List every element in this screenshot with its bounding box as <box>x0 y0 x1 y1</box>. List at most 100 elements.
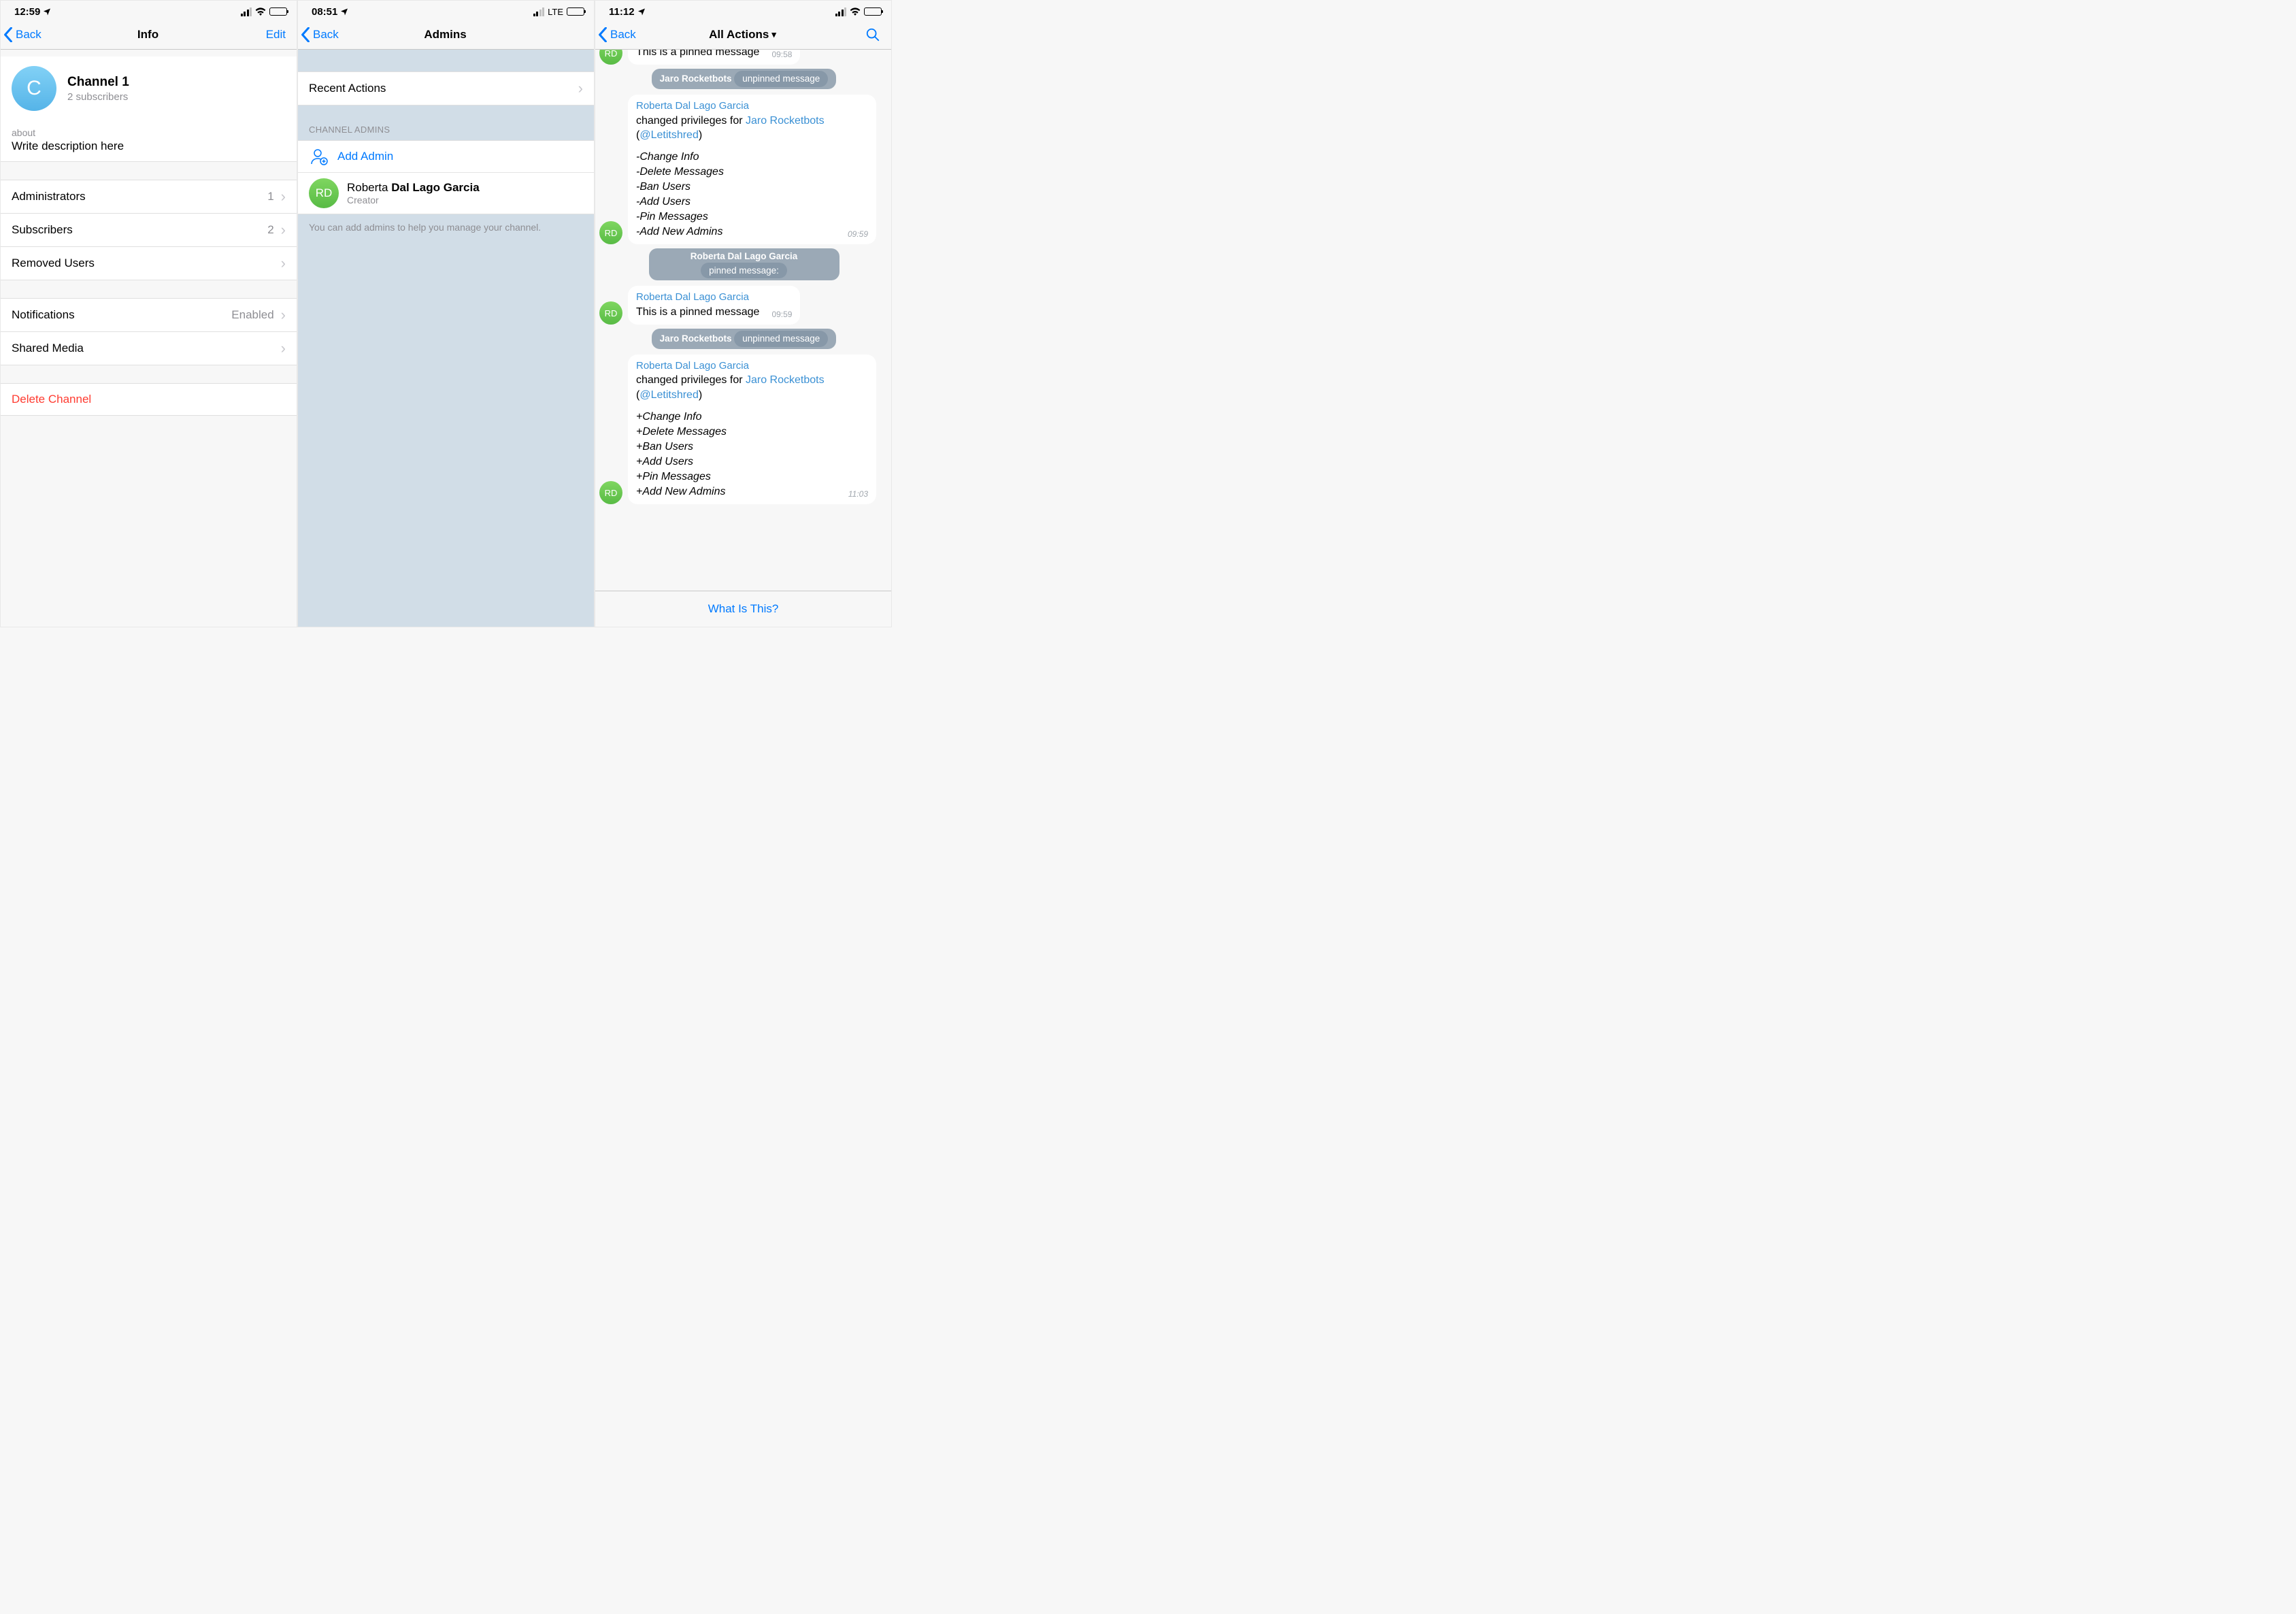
chevron-left-icon <box>301 27 310 42</box>
avatar: RD <box>599 481 622 504</box>
admin-role: Creator <box>347 195 480 205</box>
row-label: Subscribers <box>12 223 73 237</box>
nav-title: Info <box>137 28 159 42</box>
sender-name[interactable]: Roberta Dal Lago Garcia <box>636 99 868 114</box>
wifi-icon <box>850 7 861 16</box>
panel-info: 12:59 Back Info Edit C Channel 1 2 subsc… <box>0 0 297 627</box>
row-label: Shared Media <box>12 342 84 355</box>
panel-admins: 08:51 LTE Back Admins Recent Actions › C… <box>297 0 595 627</box>
members-group: Administrators 1 › Subscribers 2 › Remov… <box>1 180 297 280</box>
row-value: 2 <box>267 223 273 237</box>
status-bar: 12:59 <box>1 1 297 20</box>
search-icon[interactable] <box>865 27 880 42</box>
permissions-list: -Change Info -Delete Messages -Ban Users… <box>636 150 868 239</box>
admin-name: Roberta Dal Lago Garcia <box>347 181 480 195</box>
message-text: This is a pinned message <box>636 50 759 58</box>
add-admin-row[interactable]: Add Admin <box>298 141 594 173</box>
row-label: Removed Users <box>12 257 95 270</box>
sender-name[interactable]: Roberta Dal Lago Garcia <box>636 359 868 374</box>
section-footer: You can add admins to help you manage yo… <box>298 214 594 241</box>
location-icon <box>637 7 646 16</box>
admin-row[interactable]: RD Roberta Dal Lago Garcia Creator <box>298 173 594 214</box>
avatar: RD <box>599 301 622 325</box>
back-label: Back <box>16 28 41 42</box>
edit-button[interactable]: Edit <box>266 28 286 42</box>
message-time: 09:58 <box>766 50 792 60</box>
network-label: LTE <box>548 7 563 17</box>
sender-name[interactable]: Roberta Dal Lago Garcia <box>636 291 792 305</box>
row-label: Recent Actions <box>309 82 386 95</box>
about-label: about <box>12 127 286 138</box>
status-bar: 08:51 LTE <box>298 1 594 20</box>
row-label: Administrators <box>12 190 86 203</box>
status-bar: 11:12 <box>595 1 891 20</box>
delete-channel-button[interactable]: Delete Channel <box>1 384 297 415</box>
signal-icon <box>241 7 252 16</box>
row-value: 1 <box>267 190 273 203</box>
recent-actions-group: Recent Actions › <box>298 71 594 105</box>
chevron-down-icon: ▾ <box>771 29 776 40</box>
status-time: 08:51 <box>312 6 337 18</box>
recent-actions-row[interactable]: Recent Actions › <box>298 72 594 105</box>
chevron-right-icon: › <box>281 223 286 237</box>
chevron-right-icon: › <box>281 341 286 356</box>
nav-bar: Back Admins <box>298 20 594 50</box>
battery-icon <box>864 7 882 16</box>
back-button[interactable]: Back <box>3 27 41 42</box>
administrators-row[interactable]: Administrators 1 › <box>1 180 297 214</box>
signal-icon <box>533 7 545 16</box>
message-text: changed privileges for Jaro Rocketbots (… <box>636 114 868 144</box>
what-is-this-link[interactable]: What Is This? <box>708 602 779 615</box>
chat-body[interactable]: RD This is a pinned message 09:58 Jaro R… <box>595 50 891 591</box>
signal-icon <box>835 7 847 16</box>
status-time: 11:12 <box>609 6 635 18</box>
message-row[interactable]: RD Roberta Dal Lago Garcia This is a pin… <box>599 286 888 325</box>
channel-name: Channel 1 <box>67 75 129 90</box>
nav-bar: Back Info Edit <box>1 20 297 50</box>
service-message: Roberta Dal Lago Garcia pinned message: <box>599 248 888 280</box>
admin-avatar: RD <box>309 178 339 208</box>
message-row[interactable]: RD Roberta Dal Lago Garcia changed privi… <box>599 95 888 244</box>
message-time: 09:59 <box>766 305 792 320</box>
chevron-right-icon: › <box>281 308 286 323</box>
message-text: This is a pinned message <box>636 306 759 318</box>
row-value: Enabled <box>231 308 273 322</box>
chevron-left-icon <box>598 27 608 42</box>
battery-icon <box>567 7 584 16</box>
about-value: Write description here <box>12 139 286 153</box>
danger-group: Delete Channel <box>1 383 297 416</box>
message-time: 09:59 <box>842 225 868 240</box>
message-row[interactable]: RD Roberta Dal Lago Garcia changed privi… <box>599 355 888 504</box>
row-label: Notifications <box>12 308 75 322</box>
settings-group: Notifications Enabled › Shared Media › <box>1 298 297 365</box>
service-message: Jaro Rocketbots unpinned message <box>599 329 888 349</box>
shared-media-row[interactable]: Shared Media › <box>1 332 297 365</box>
status-time: 12:59 <box>14 6 40 18</box>
notifications-row[interactable]: Notifications Enabled › <box>1 299 297 332</box>
nav-bar: Back All Actions▾ <box>595 20 891 50</box>
removed-users-row[interactable]: Removed Users › <box>1 247 297 280</box>
location-icon <box>43 7 51 16</box>
channel-header: C Channel 1 2 subscribers <box>1 56 297 120</box>
avatar: RD <box>599 221 622 244</box>
message-text: changed privileges for Jaro Rocketbots (… <box>636 373 868 403</box>
channel-avatar[interactable]: C <box>12 66 56 111</box>
about-section[interactable]: about Write description here <box>1 120 297 162</box>
back-button[interactable]: Back <box>598 27 636 42</box>
message-row[interactable]: RD This is a pinned message 09:58 <box>599 50 888 65</box>
chevron-right-icon: › <box>281 189 286 204</box>
location-icon <box>340 7 348 16</box>
panel-all-actions: 11:12 Back All Actions▾ RD This is a pi <box>595 0 892 627</box>
nav-title-dropdown[interactable]: All Actions▾ <box>709 28 776 42</box>
chat-footer: What Is This? <box>595 591 891 627</box>
chevron-right-icon: › <box>281 256 286 271</box>
service-message: Jaro Rocketbots unpinned message <box>599 69 888 89</box>
permissions-list: +Change Info +Delete Messages +Ban Users… <box>636 410 868 499</box>
back-button[interactable]: Back <box>301 27 339 42</box>
channel-subscribers: 2 subscribers <box>67 91 129 103</box>
chevron-right-icon: › <box>578 81 583 96</box>
battery-icon <box>269 7 287 16</box>
add-admin-label: Add Admin <box>337 150 393 163</box>
subscribers-row[interactable]: Subscribers 2 › <box>1 214 297 247</box>
back-label: Back <box>610 28 636 42</box>
